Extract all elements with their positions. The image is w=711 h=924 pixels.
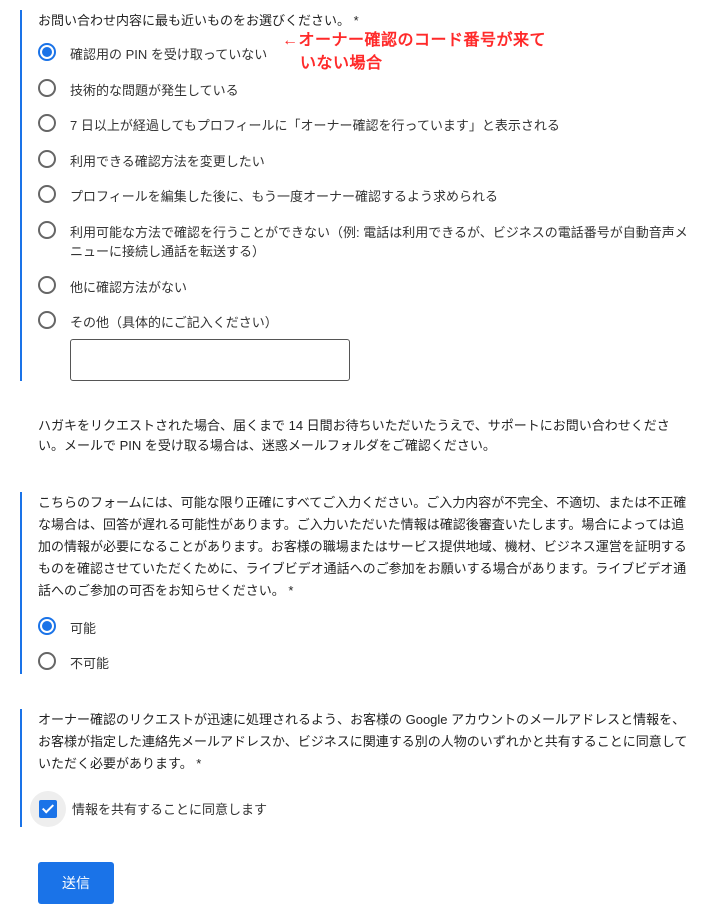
postcard-info-text: ハガキをリクエストされた場合、届くまで 14 日間お待ちいただいたうえで、サポー…	[20, 416, 691, 458]
radio-label: 不可能	[70, 652, 109, 674]
radio-icon	[38, 311, 56, 329]
checkbox-checked-icon	[39, 800, 57, 818]
radio-icon	[38, 43, 56, 61]
radio-label: 確認用の PIN を受け取っていない	[70, 43, 267, 65]
video-call-section: こちらのフォームには、可能な限り正確にすべてご入力ください。ご入力内容が不完全、…	[20, 492, 691, 673]
checkbox-halo	[30, 791, 66, 827]
radio-option-change-method[interactable]: 利用できる確認方法を変更したい	[38, 150, 691, 172]
consent-checkbox-row[interactable]: 情報を共有することに同意します	[38, 791, 691, 827]
form-container: お問い合わせ内容に最も近いものをお選びください。 * 確認用の PIN を受け取…	[0, 0, 711, 924]
radio-label: 利用できる確認方法を変更したい	[70, 150, 265, 172]
radio-icon	[38, 185, 56, 203]
radio-label: 技術的な問題が発生している	[70, 79, 239, 101]
radio-icon	[38, 652, 56, 670]
radio-icon	[38, 221, 56, 239]
radio-icon	[38, 79, 56, 97]
radio-label: 他に確認方法がない	[70, 276, 187, 298]
radio-icon	[38, 150, 56, 168]
consent-checkbox-label: 情報を共有することに同意します	[72, 799, 267, 818]
radio-option-method-unavailable[interactable]: 利用可能な方法で確認を行うことができない（例: 電話は利用できるが、ビジネスの電…	[38, 221, 691, 262]
radio-option-reverify-after-edit[interactable]: プロフィールを編集した後に、もう一度オーナー確認するよう求められる	[38, 185, 691, 207]
annotation-line1: ←オーナー確認のコード番号が来て	[282, 30, 546, 52]
radio-video-no[interactable]: 不可能	[38, 652, 691, 674]
video-call-desc: こちらのフォームには、可能な限り正確にすべてご入力ください。ご入力内容が不完全、…	[38, 492, 691, 602]
submit-button[interactable]: 送信	[38, 862, 114, 904]
consent-section: オーナー確認のリクエストが迅速に処理されるよう、お客様の Google アカウン…	[20, 709, 691, 827]
radio-label: その他（具体的にご記入ください）	[70, 311, 278, 333]
radio-option-no-other-method[interactable]: 他に確認方法がない	[38, 276, 691, 298]
consent-desc: オーナー確認のリクエストが迅速に処理されるよう、お客様の Google アカウン…	[38, 709, 691, 775]
other-text-wrapper	[70, 339, 691, 381]
other-text-input[interactable]	[70, 339, 350, 381]
radio-label: 利用可能な方法で確認を行うことができない（例: 電話は利用できるが、ビジネスの電…	[70, 221, 691, 262]
radio-label: 7 日以上が経過してもプロフィールに「オーナー確認を行っています」と表示される	[70, 114, 560, 136]
radio-icon	[38, 617, 56, 635]
radio-icon	[38, 114, 56, 132]
annotation-line2: いない場合	[300, 53, 383, 75]
radio-video-yes[interactable]: 可能	[38, 617, 691, 639]
radio-icon	[38, 276, 56, 294]
radio-option-7days-pending[interactable]: 7 日以上が経過してもプロフィールに「オーナー確認を行っています」と表示される	[38, 114, 691, 136]
inquiry-type-question: お問い合わせ内容に最も近いものをお選びください。 *	[38, 10, 691, 29]
radio-option-other[interactable]: その他（具体的にご記入ください）	[38, 311, 691, 333]
radio-label: 可能	[70, 617, 96, 639]
radio-label: プロフィールを編集した後に、もう一度オーナー確認するよう求められる	[70, 185, 498, 207]
radio-option-technical-issue[interactable]: 技術的な問題が発生している	[38, 79, 691, 101]
